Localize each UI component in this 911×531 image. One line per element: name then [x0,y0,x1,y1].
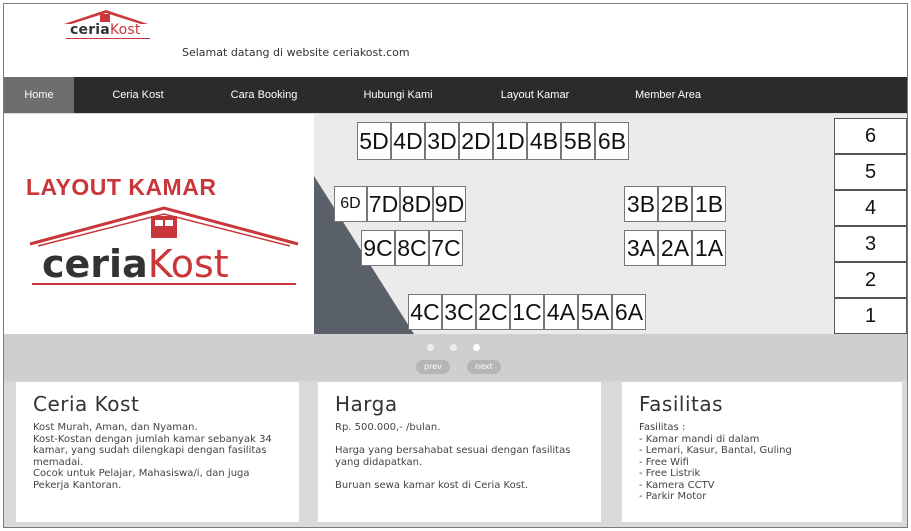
floor-label-6: 6 [834,118,907,154]
floor-label-3: 3 [834,226,907,262]
slider-dot-2[interactable] [450,344,457,351]
info-box-body: Kost Murah, Aman, dan Nyaman. Kost-Kosta… [33,422,272,491]
room-5d: 5D [357,122,391,160]
room-4a: 4A [544,294,578,330]
site-header: ceriaKost Selamat datang di website ceri… [4,4,907,77]
nav-item-home[interactable]: Home [4,77,74,113]
info-box-ceria-kost: Ceria Kost Kost Murah, Aman, dan Nyaman.… [16,382,299,522]
slider-dot-1[interactable] [427,344,434,351]
room-6d: 6D [334,186,367,222]
room-3b: 3B [624,186,658,222]
room-9d: 9D [433,186,466,222]
room-9c: 9C [361,230,395,266]
nav-item-ceria-kost[interactable]: Ceria Kost [100,77,176,113]
room-5b: 5B [561,122,595,160]
room-4d: 4D [391,122,425,160]
room-3a: 3A [624,230,658,266]
room-7d: 7D [367,186,400,222]
slider-dot-3[interactable] [473,344,480,351]
room-6a: 6A [612,294,646,330]
slide-title: LAYOUT KAMAR [26,174,217,200]
info-box-title: Fasilitas [639,392,724,416]
slide-logo: ceriaKost [28,206,300,286]
info-box-fasilitas: Fasilitas Fasilitas : - Kamar mandi di d… [622,382,902,522]
nav-item-hubungi-kami[interactable]: Hubungi Kami [348,77,448,113]
info-box-body: Fasilitas : - Kamar mandi di dalam - Lem… [639,422,792,502]
welcome-text: Selamat datang di website ceriakost.com [182,46,410,59]
logo-window-icon [100,14,110,22]
slide-brand-panel: LAYOUT KAMAR ceriaKost [4,114,314,334]
room-1a: 1A [692,230,726,266]
room-4b: 4B [527,122,561,160]
room-2a: 2A [658,230,692,266]
room-2c: 2C [476,294,510,330]
nav-item-member-area[interactable]: Member Area [618,77,718,113]
slide-logo-text: ceriaKost [42,242,229,286]
room-8c: 8C [395,230,429,266]
nav-item-layout-kamar[interactable]: Layout Kamar [482,77,588,113]
prev-button[interactable]: prev [416,360,450,374]
site-logo[interactable]: ceriaKost [56,8,156,40]
info-box-body: Rp. 500.000,- /bulan. Harga yang bersaha… [335,422,571,491]
room-2d: 2D [459,122,493,160]
floor-label-4: 4 [834,190,907,226]
floor-label-5: 5 [834,154,907,190]
logo-text: ceriaKost [70,22,141,38]
room-6b: 6B [595,122,629,160]
floor-label-1: 1 [834,298,907,334]
image-slider: LAYOUT KAMAR ceriaKost 5D 4D 3D 2D 1D 4B… [4,114,907,334]
info-box-title: Harga [335,392,398,416]
floor-label-2: 2 [834,262,907,298]
room-5a: 5A [578,294,612,330]
room-7c: 7C [429,230,463,266]
main-navigation: Home Ceria Kost Cara Booking Hubungi Kam… [4,77,907,113]
room-3c: 3C [442,294,476,330]
room-1c: 1C [510,294,544,330]
room-2b: 2B [658,186,692,222]
info-box-title: Ceria Kost [33,392,140,416]
room-8d: 8D [400,186,433,222]
info-box-harga: Harga Rp. 500.000,- /bulan. Harga yang b… [318,382,601,522]
page-frame: ceriaKost Selamat datang di website ceri… [3,3,908,528]
room-4c: 4C [408,294,442,330]
nav-item-cara-booking[interactable]: Cara Booking [212,77,316,113]
next-button[interactable]: next [467,360,501,374]
room-layout-plan: 5D 4D 3D 2D 1D 4B 5B 6B 6D 7D 8D 9D 3B 2B 1B 9C 8C 7C 3A 2A… [314,114,907,334]
slider-controls: prev next [4,334,907,381]
room-1d: 1D [493,122,527,160]
room-3d: 3D [425,122,459,160]
room-1b: 1B [692,186,726,222]
